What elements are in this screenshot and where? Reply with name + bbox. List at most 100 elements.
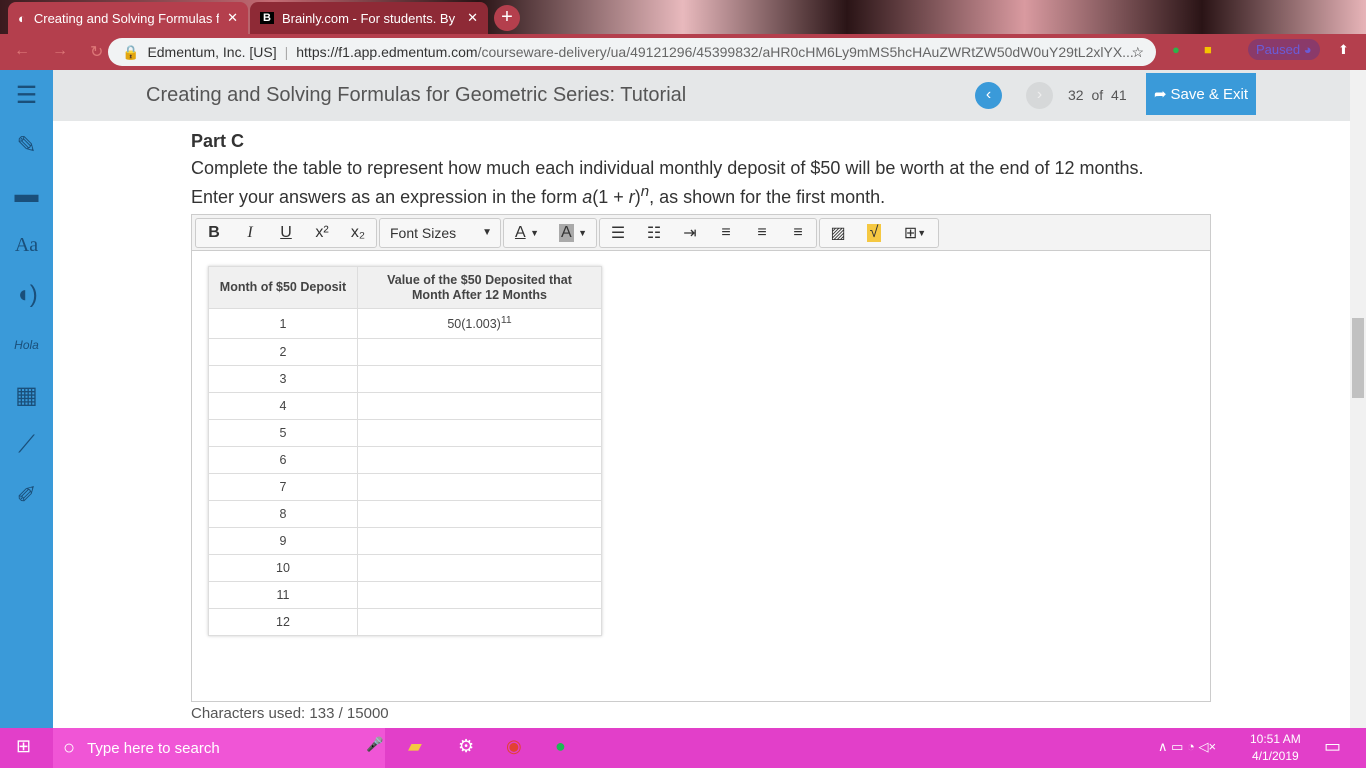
microphone-icon[interactable]: 🎤 [366,736,383,753]
update-icon[interactable]: ⬆ [1338,42,1349,58]
extension-icon[interactable]: ■ [1204,42,1212,57]
lock-icon: 🔒 [122,43,140,60]
table-button[interactable]: ⊞ ▼ [892,219,938,247]
bold-button[interactable]: B [196,219,232,247]
taskbar-search[interactable]: ○ Type here to search [53,728,385,768]
browser-tab-bar: ◐ Creating and Solving Formulas fo ✕ B B… [0,0,1366,34]
tab-title: Brainly.com - For students. By stu [281,10,460,26]
table-row: 6 [208,446,602,474]
tab-edmentum[interactable]: ◐ Creating and Solving Formulas fo ✕ [8,2,248,34]
value-cell[interactable] [357,446,602,474]
table-row: 10 [208,554,602,582]
month-cell: 3 [208,365,358,393]
font-sizes-dropdown[interactable]: Font Sizes ▼ [380,219,500,247]
windows-start-icon[interactable]: ⊞ [16,736,31,757]
graph-icon[interactable]: ⟋ [0,420,53,470]
font-color-button[interactable]: A ▼ [504,219,550,247]
notes-icon[interactable]: ✎ [0,120,53,170]
windows-taskbar: ⊞ ○ Type here to search 🎤 ▰ ⚙ ◉ ● ∧ ▭ ◔ ◁… [0,728,1366,768]
value-cell[interactable] [357,500,602,528]
lesson-content: Part C Complete the table to represent h… [146,121,1256,728]
month-cell: 2 [208,338,358,366]
next-page-button[interactable]: › [1026,82,1053,109]
tutorial-header: Creating and Solving Formulas for Geomet… [53,70,1350,121]
notifications-icon[interactable]: ▭ [1324,736,1341,757]
previous-page-button[interactable]: ‹ [975,82,1002,109]
value-cell[interactable] [357,338,602,366]
indent-button[interactable]: ⇥ [672,219,708,247]
value-cell[interactable] [357,527,602,555]
subscript-button[interactable]: x₂ [340,219,376,247]
calculator-icon[interactable]: ▦ [0,370,53,420]
column-header-month: Month of $50 Deposit [208,266,358,309]
file-explorer-icon[interactable]: ▰ [408,736,422,757]
forward-icon[interactable]: → [52,42,68,62]
chrome-icon[interactable]: ◉ [506,736,522,757]
align-left-button[interactable]: ≡ [708,219,744,247]
insert-image-button[interactable]: ▨ [820,219,856,247]
value-cell[interactable] [357,581,602,609]
save-exit-button[interactable]: ➦ Save & Exit [1146,73,1256,115]
characters-used: Characters used: 133 / 15000 [191,705,389,722]
italic-button[interactable]: I [232,219,268,247]
system-tray-icons[interactable]: ∧ ▭ ◔ ◁× [1158,739,1216,755]
bullet-list-button[interactable]: ☰ [600,219,636,247]
highlighter-icon[interactable]: ✐ [0,470,53,520]
dictionary-icon[interactable]: Aa [0,220,53,270]
search-placeholder: Type here to search [87,739,220,757]
value-cell[interactable] [357,419,602,447]
superscript-button[interactable]: x² [304,219,340,247]
clock[interactable]: 10:51 AM 4/1/2019 [1250,731,1301,765]
numbered-list-button[interactable]: ☷ [636,219,672,247]
rich-text-editor[interactable]: B I U x² x₂ Font Sizes ▼ A ▼ A ▼ ☰ ☷ ⇥ ≡ … [191,214,1211,702]
value-cell[interactable] [357,365,602,393]
url-path: /courseware-delivery/ua/49121296/4539983… [477,44,1134,60]
table-row: 1 50(1.003)11 [208,308,602,339]
value-cell[interactable] [357,473,602,501]
underline-button[interactable]: U [268,219,304,247]
month-cell: 12 [208,608,358,636]
background-color-button[interactable]: A ▼ [550,219,596,247]
reload-icon[interactable]: ↻ [90,42,103,62]
month-cell: 7 [208,473,358,501]
grammarly-icon[interactable]: ● [1172,42,1180,57]
value-cell[interactable] [357,392,602,420]
tab-title: Creating and Solving Formulas fo [33,10,220,26]
close-tab-icon[interactable]: ✕ [227,10,238,26]
text-to-speech-icon[interactable]: ◖) [0,270,53,320]
value-cell[interactable] [357,554,602,582]
tab-brainly[interactable]: B Brainly.com - For students. By stu ✕ [250,2,488,34]
table-row: 12 [208,608,602,636]
value-cell[interactable] [357,608,602,636]
translate-hola-icon[interactable]: Hola [0,320,53,370]
align-right-button[interactable]: ≡ [780,219,816,247]
month-cell: 4 [208,392,358,420]
folder-icon[interactable]: ▬ [0,170,53,220]
align-center-button[interactable]: ≡ [744,219,780,247]
menu-icon[interactable]: ☰ [0,70,53,120]
brainly-favicon: B [260,12,274,24]
math-equation-button[interactable]: √ [856,219,892,247]
bookmark-star-icon[interactable]: ☆ [1131,44,1144,61]
month-cell: 5 [208,419,358,447]
url-host: https://f1.app.edmentum.com [296,44,478,60]
table-row: 8 [208,500,602,528]
close-tab-icon[interactable]: ✕ [467,10,478,26]
scrollbar-thumb[interactable] [1352,318,1364,398]
month-cell: 9 [208,527,358,555]
month-cell: 8 [208,500,358,528]
back-icon[interactable]: ← [14,42,30,62]
page-counter: 32 of 41 [1068,87,1127,103]
spotify-icon[interactable]: ● [555,736,566,757]
table-row: 9 [208,527,602,555]
column-header-value: Value of the $50 Deposited that Month Af… [357,266,602,309]
part-heading: Part C [191,131,245,151]
url-bar[interactable]: 🔒 Edmentum, Inc. [US] | https://f1.app.e… [108,38,1156,66]
month-cell: 6 [208,446,358,474]
settings-icon[interactable]: ⚙ [458,736,474,757]
answer-table: Month of $50 Deposit Value of the $50 De… [208,266,602,636]
profile-paused[interactable]: Paused ◕ [1248,39,1320,60]
value-cell[interactable]: 50(1.003)11 [357,308,602,339]
page-scrollbar[interactable] [1350,70,1366,728]
new-tab-button[interactable]: + [494,5,520,31]
